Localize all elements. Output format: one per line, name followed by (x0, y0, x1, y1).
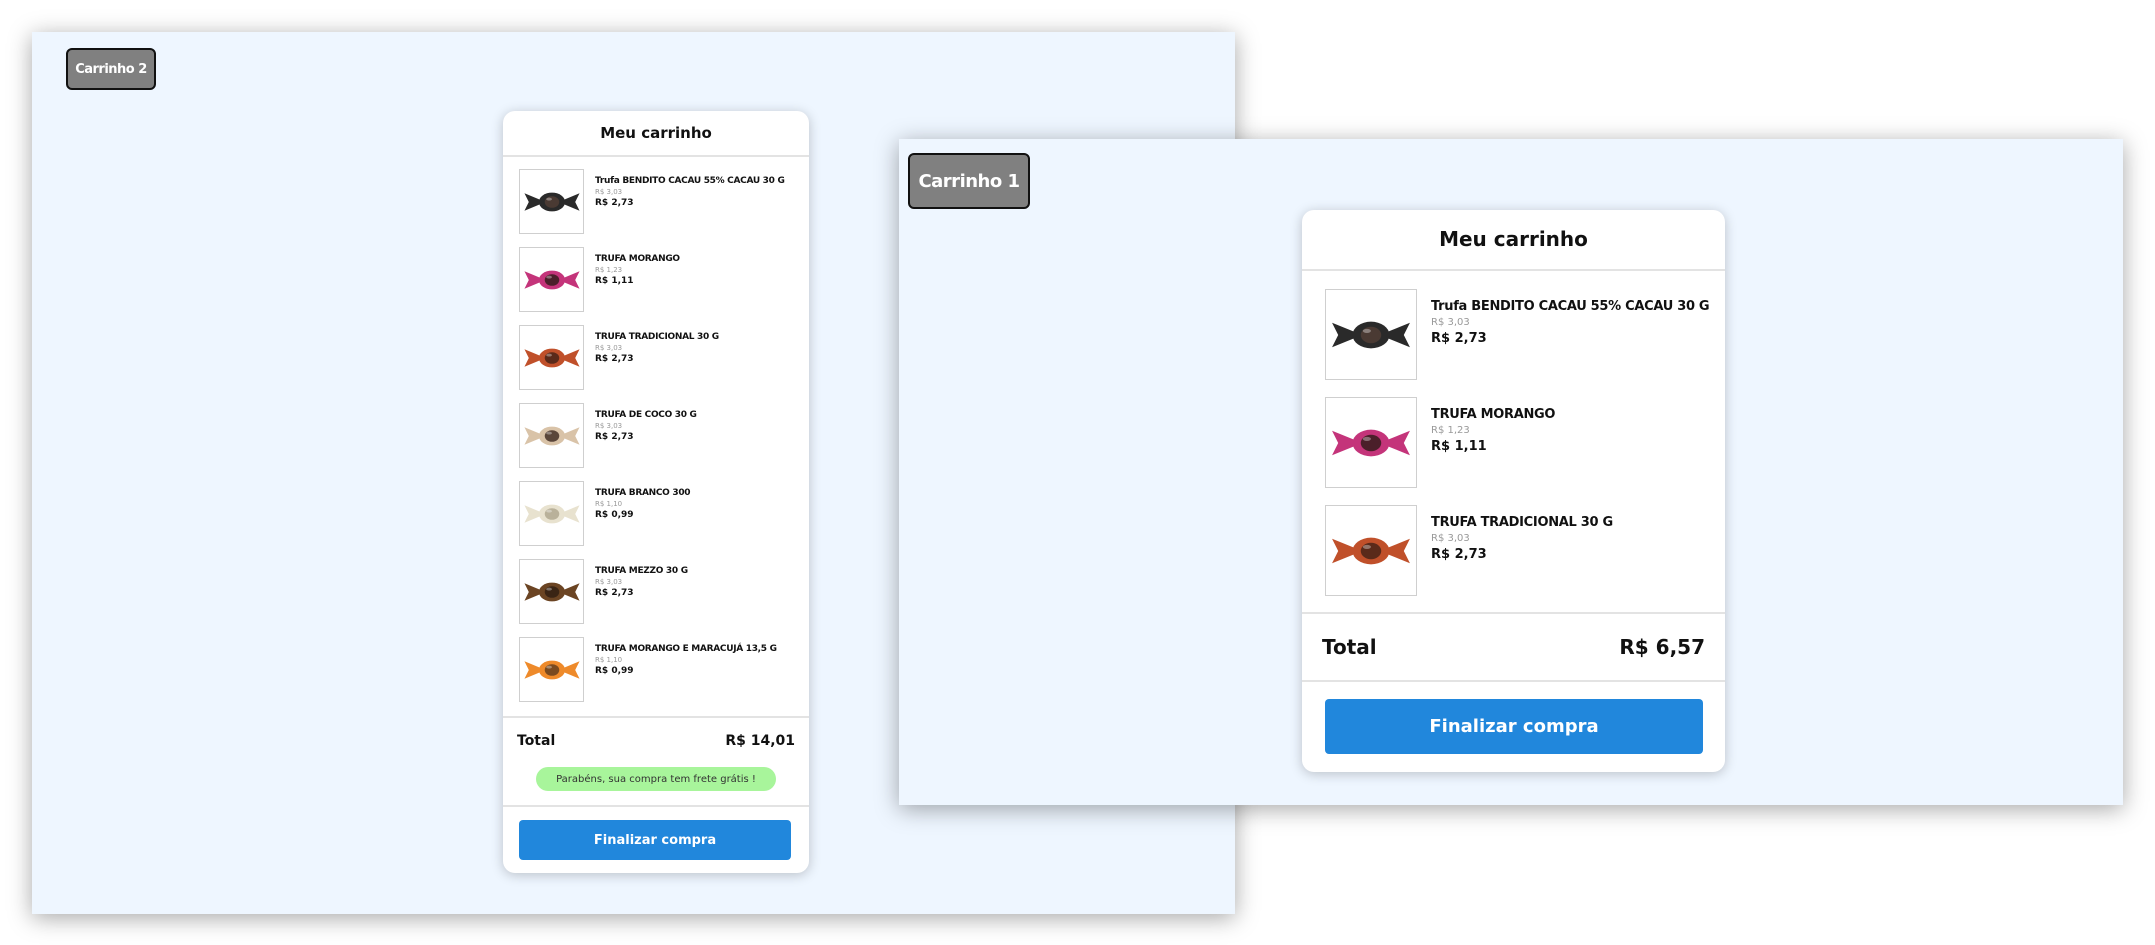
cart-item[interactable]: TRUFA BRANCO 300 R$ 1,10 R$ 0,99 (519, 481, 793, 546)
total-label: Total (1322, 635, 1377, 659)
item-old-price: R$ 3,03 (595, 578, 623, 586)
item-price: R$ 0,99 (595, 510, 634, 520)
cart-items-list: Trufa BENDITO CACAU 55% CACAU 30 G R$ 3,0… (1302, 271, 1725, 596)
item-name: TRUFA MEZZO 30 G (595, 566, 688, 576)
cart-item[interactable]: TRUFA MORANGO R$ 1,23 R$ 1,11 (1325, 397, 1702, 488)
item-price: R$ 2,73 (595, 354, 634, 364)
truffle-image (519, 247, 584, 312)
item-old-price: R$ 3,03 (595, 344, 623, 352)
truffle-image (519, 637, 584, 702)
total-row: Total R$ 14,01 (503, 718, 809, 764)
carrinho-1-screen: Carrinho 1 Meu carrinho Trufa BENDITO CA… (899, 139, 2123, 805)
item-name: TRUFA MORANGO (1431, 407, 1556, 422)
total-label: Total (517, 733, 556, 749)
item-price: R$ 0,99 (595, 666, 634, 676)
carrinho-1-tag: Carrinho 1 (908, 153, 1030, 209)
cart-panel: Meu carrinho Trufa BENDITO CACAU 55% CAC… (1302, 210, 1725, 772)
cart-panel: Meu carrinho Trufa BENDITO CACAU 55% CAC… (503, 111, 809, 873)
item-old-price: R$ 3,03 (595, 422, 623, 430)
cart-item[interactable]: TRUFA MEZZO 30 G R$ 3,03 R$ 2,73 (519, 559, 793, 624)
item-price: R$ 2,73 (595, 588, 634, 598)
item-old-price: R$ 1,23 (1431, 425, 1470, 436)
item-price: R$ 2,73 (595, 198, 634, 208)
cart-item[interactable]: TRUFA MORANGO E MARACUJÁ 13,5 G R$ 1,10 R$… (519, 637, 793, 702)
truffle-image (1325, 289, 1417, 380)
item-name: Trufa BENDITO CACAU 55% CACAU 30 G (595, 176, 785, 186)
total-row: Total R$ 6,57 (1302, 614, 1725, 680)
cart-item[interactable]: Trufa BENDITO CACAU 55% CACAU 30 G R$ 3,0… (1325, 289, 1710, 380)
truffle-image (519, 559, 584, 624)
item-old-price: R$ 3,03 (1431, 533, 1470, 544)
cart-item[interactable]: Trufa BENDITO CACAU 55% CACAU 30 G R$ 3,0… (519, 169, 793, 234)
item-price: R$ 2,73 (1431, 547, 1487, 562)
item-old-price: R$ 3,03 (1431, 317, 1470, 328)
item-old-price: R$ 1,10 (595, 656, 623, 664)
item-name: Trufa BENDITO CACAU 55% CACAU 30 G (1431, 299, 1710, 314)
truffle-image (519, 481, 584, 546)
item-name: TRUFA DE COCO 30 G (595, 410, 697, 420)
total-value: R$ 14,01 (725, 733, 795, 749)
truffle-image (1325, 397, 1417, 488)
cart-item[interactable]: TRUFA MORANGO R$ 1,23 R$ 1,11 (519, 247, 793, 312)
cart-items-list: Trufa BENDITO CACAU 55% CACAU 30 G R$ 3,0… (503, 157, 809, 702)
cart-title: Meu carrinho (1439, 227, 1588, 251)
item-name: TRUFA BRANCO 300 (595, 488, 691, 498)
truffle-image (1325, 505, 1417, 596)
cart-title: Meu carrinho (600, 124, 712, 142)
item-price: R$ 2,73 (595, 432, 634, 442)
checkout-button[interactable]: Finalizar compra (1325, 699, 1703, 754)
item-price: R$ 1,11 (595, 276, 634, 286)
cart-item[interactable]: TRUFA DE COCO 30 G R$ 3,03 R$ 2,73 (519, 403, 793, 468)
item-name: TRUFA TRADICIONAL 30 G (1431, 515, 1613, 530)
truffle-image (519, 325, 584, 390)
truffle-image (519, 169, 584, 234)
item-old-price: R$ 1,10 (595, 500, 623, 508)
cart-item[interactable]: TRUFA TRADICIONAL 30 G R$ 3,03 R$ 2,73 (1325, 505, 1702, 596)
checkout-button[interactable]: Finalizar compra (519, 820, 791, 860)
item-name: TRUFA TRADICIONAL 30 G (595, 332, 719, 342)
truffle-image (519, 403, 584, 468)
item-old-price: R$ 1,23 (595, 266, 623, 274)
total-value: R$ 6,57 (1619, 635, 1705, 659)
item-name: TRUFA MORANGO E MARACUJÁ 13,5 G (595, 644, 777, 654)
free-shipping-badge: Parabéns, sua compra tem frete grátis ! (536, 767, 776, 791)
item-price: R$ 1,11 (1431, 439, 1487, 454)
item-price: R$ 2,73 (1431, 331, 1487, 346)
carrinho-2-tag: Carrinho 2 (66, 48, 156, 90)
cart-item[interactable]: TRUFA TRADICIONAL 30 G R$ 3,03 R$ 2,73 (519, 325, 793, 390)
item-old-price: R$ 3,03 (595, 188, 623, 196)
item-name: TRUFA MORANGO (595, 254, 680, 264)
